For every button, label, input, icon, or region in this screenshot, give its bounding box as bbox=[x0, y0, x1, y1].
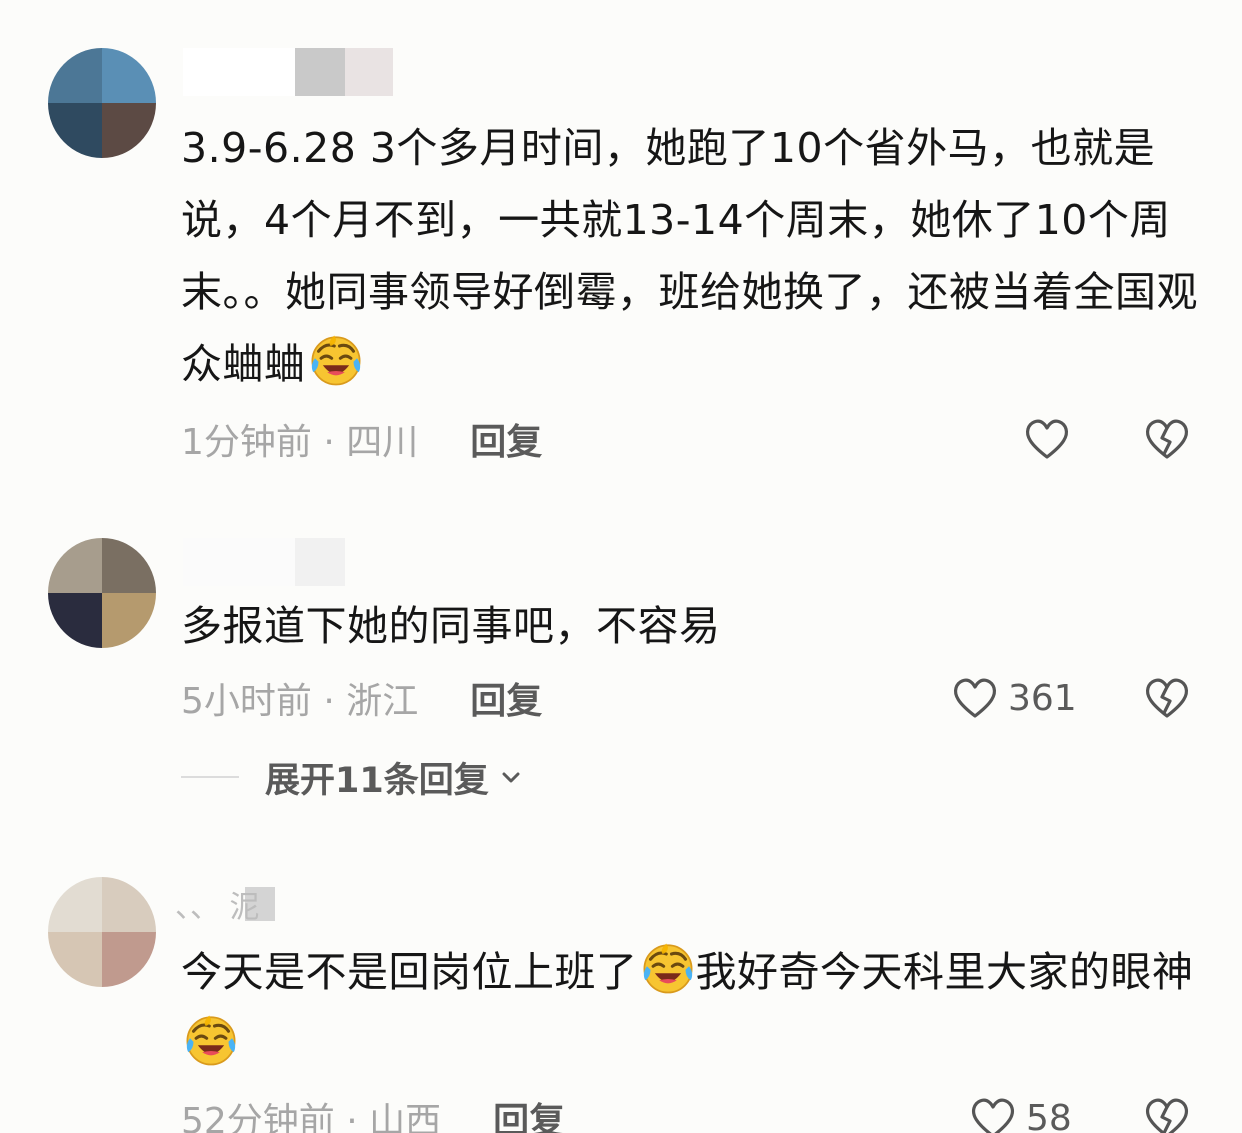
comment-text-part2: 我好奇今天科里大家的眼神 bbox=[695, 948, 1194, 996]
username-text: 、、 泥 bbox=[175, 890, 260, 925]
avatar[interactable] bbox=[48, 877, 156, 987]
username-blur bbox=[295, 48, 345, 96]
reply-button[interactable]: 回复 bbox=[470, 413, 542, 465]
like-button[interactable]: 58 bbox=[968, 1093, 1072, 1133]
heart-outline-icon bbox=[1022, 414, 1072, 464]
expand-replies-label: 展开11条回复 bbox=[265, 760, 489, 801]
expand-replies-button[interactable]: 展开11条回复 bbox=[181, 752, 523, 802]
like-count: 58 bbox=[1026, 1097, 1072, 1133]
username[interactable] bbox=[183, 48, 393, 96]
comment-text: 今天是不是回岗位上班了 我好奇今天科里大家的眼神 bbox=[181, 936, 1201, 1080]
comment-text-part1: 今天是不是回岗位上班了 bbox=[181, 948, 638, 996]
username-blur bbox=[183, 538, 295, 586]
comment-text: 多报道下她的同事吧，不容易 bbox=[181, 590, 1201, 662]
username[interactable]: 、、 泥 bbox=[175, 880, 275, 928]
username-blur bbox=[345, 48, 393, 96]
comment-list: 3.9-6.28 3个多月时间，她跑了10个省外马，也就是说，4个月不到，一共就… bbox=[0, 0, 1242, 1133]
reply-button[interactable]: 回复 bbox=[470, 672, 542, 724]
chevron-down-icon bbox=[502, 772, 520, 783]
time-location: 1分钟前 · 四川 bbox=[181, 422, 419, 463]
expand-divider bbox=[181, 776, 239, 778]
time-location: 5小时前 · 浙江 bbox=[181, 681, 419, 722]
rofl-emoji-icon bbox=[308, 332, 364, 388]
reply-button[interactable]: 回复 bbox=[493, 1092, 565, 1133]
comment-text: 3.9-6.28 3个多月时间，她跑了10个省外马，也就是说，4个月不到，一共就… bbox=[181, 112, 1201, 400]
avatar[interactable] bbox=[48, 48, 156, 158]
username[interactable] bbox=[183, 538, 345, 586]
comment-text-content: 多报道下她的同事吧，不容易 bbox=[181, 602, 721, 650]
comment-meta: 5小时前 · 浙江 回复 bbox=[181, 673, 542, 723]
comment-meta: 1分钟前 · 四川 回复 bbox=[181, 414, 542, 464]
username-blur bbox=[295, 538, 345, 586]
like-count: 361 bbox=[1008, 677, 1077, 719]
heart-outline-icon bbox=[968, 1093, 1018, 1133]
broken-heart-icon[interactable] bbox=[1142, 1093, 1192, 1133]
comment-meta: 52分钟前 · 山西 回复 bbox=[181, 1093, 565, 1133]
heart-outline-icon bbox=[950, 673, 1000, 723]
username-blur bbox=[183, 48, 295, 96]
like-button[interactable]: 361 bbox=[950, 673, 1077, 723]
rofl-emoji-icon bbox=[183, 1012, 239, 1068]
time-location: 52分钟前 · 山西 bbox=[181, 1101, 442, 1133]
broken-heart-icon[interactable] bbox=[1142, 414, 1192, 464]
broken-heart-icon[interactable] bbox=[1142, 673, 1192, 723]
avatar[interactable] bbox=[48, 538, 156, 648]
like-button[interactable] bbox=[1022, 414, 1080, 464]
rofl-emoji-icon bbox=[640, 940, 696, 996]
